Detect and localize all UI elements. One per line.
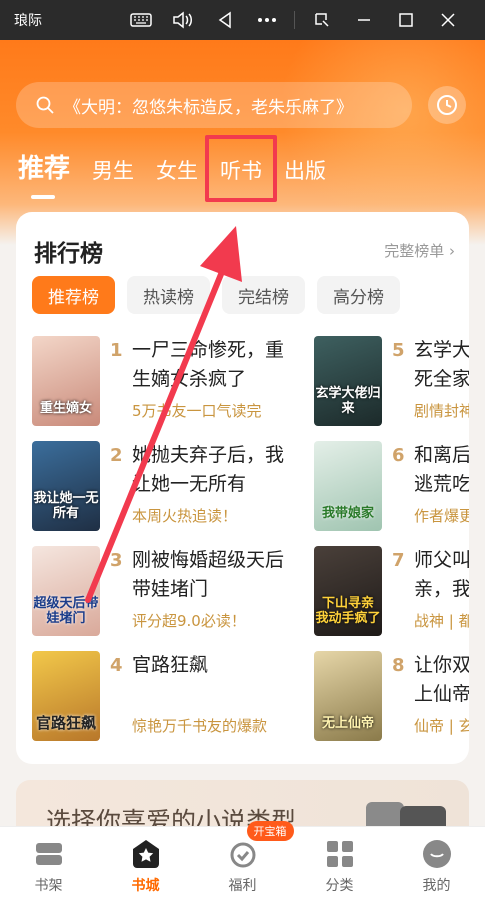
- gift-icon: [227, 839, 259, 869]
- history-button[interactable]: [428, 86, 466, 124]
- nav-label: 福利: [228, 878, 257, 894]
- book-item[interactable]: 超级天后带娃堵门 3 刚被悔婚超级天后带娃堵门 评分超9.0必读！: [32, 546, 284, 638]
- book-item[interactable]: 我让她一无所有 2 她抛夫弃子后，我让她一无所有 本周火热追读！: [32, 441, 284, 533]
- book-title: 师父叫我下山寻亲，我: [414, 549, 469, 600]
- bottom-nav: 书架 书城 开宝箱 福利 分类 我的: [0, 821, 485, 903]
- book-title: 玄学大佬回来了，死全家: [414, 339, 469, 390]
- book-title: 让你双修，你成无上仙帝: [414, 654, 469, 705]
- book-cover: 我让她一无所有: [32, 441, 100, 531]
- book-cover: 超级天后带娃堵门: [32, 546, 100, 636]
- ranking-title: 排行榜: [34, 241, 103, 267]
- more-icon[interactable]: [246, 0, 288, 40]
- keyboard-icon[interactable]: [120, 0, 162, 40]
- search-bar[interactable]: 《大明：忽悠朱标造反，老朱乐麻了》: [16, 82, 412, 128]
- avatar-icon: [421, 839, 453, 869]
- nav-label: 书架: [34, 878, 63, 894]
- book-cover: 我带娘家: [314, 441, 382, 531]
- book-rank: 4: [110, 655, 123, 676]
- book-item[interactable]: 官路狂飙 4 官路狂飙 惊艳万千书友的爆款: [32, 651, 272, 743]
- book-desc: 惊艳万千书友的爆款: [132, 717, 268, 735]
- filter-recommend[interactable]: 推荐榜: [32, 276, 115, 314]
- book-rank: 2: [110, 445, 123, 466]
- book-rank: 3: [110, 550, 123, 571]
- book-item[interactable]: 我带娘家 6 和离后，我带娘家逃荒吃香喝辣 作者爆更: [314, 441, 469, 533]
- emulator-title: 琅际: [14, 13, 42, 29]
- book-rank: 8: [392, 655, 405, 676]
- minimize-icon[interactable]: [343, 0, 385, 40]
- book-cover: 重生嫡女: [32, 336, 100, 426]
- screenshot-icon[interactable]: [301, 0, 343, 40]
- bookshelf-icon: [33, 839, 65, 869]
- clock-icon: [437, 95, 457, 115]
- book-desc: 作者爆更: [414, 507, 469, 525]
- grid-icon: [324, 839, 356, 869]
- toolbar-divider: [294, 11, 295, 29]
- search-placeholder: 《大明：忽悠朱标造反，老朱乐麻了》: [64, 97, 353, 118]
- nav-category[interactable]: 分类: [291, 827, 388, 903]
- emulator-toolbar: 琅际: [0, 0, 485, 40]
- tab-publish[interactable]: 出版: [284, 145, 326, 185]
- book-desc: 剧情封神: [414, 402, 469, 420]
- volume-icon[interactable]: [162, 0, 204, 40]
- tab-recommend[interactable]: 推荐: [18, 145, 70, 199]
- book-item[interactable]: 重生嫡女 1 一尸三命惨死，重生嫡女杀疯了 5万书友一口气读完: [32, 336, 284, 428]
- tab-female[interactable]: 女生: [156, 145, 198, 185]
- category-tabs: 推荐 男生 女生 听书 出版: [18, 145, 348, 199]
- nav-label: 分类: [325, 878, 354, 894]
- filter-high-score[interactable]: 高分榜: [317, 276, 400, 314]
- close-icon[interactable]: [427, 0, 469, 40]
- ranking-card: 排行榜 完整榜单 › 推荐榜 热读榜 完结榜 高分榜 重生嫡女 1 一尸三命惨死…: [16, 212, 469, 764]
- nav-label: 我的: [422, 878, 451, 894]
- book-item[interactable]: 玄学大佬归来 5 玄学大佬回来了，死全家 剧情封神: [314, 336, 469, 428]
- back-icon[interactable]: [204, 0, 246, 40]
- book-cover: 无上仙帝: [314, 651, 382, 741]
- filter-completed[interactable]: 完结榜: [222, 276, 305, 314]
- book-cover: 玄学大佬归来: [314, 336, 382, 426]
- book-desc: 战神 | 都市: [414, 612, 469, 630]
- search-icon: [36, 96, 54, 114]
- book-rank: 1: [110, 340, 123, 361]
- annotation-highlight-box: [205, 135, 277, 202]
- book-desc: 本周火热追读！: [132, 507, 238, 525]
- book-title: 一尸三命惨死，重生嫡女杀疯了: [132, 339, 285, 390]
- treasure-badge: 开宝箱: [246, 821, 294, 841]
- nav-bookshelf[interactable]: 书架: [0, 827, 97, 903]
- filter-hot[interactable]: 热读榜: [127, 276, 210, 314]
- book-rank: 7: [392, 550, 405, 571]
- book-cover: 官路狂飙: [32, 651, 100, 741]
- book-title: 和离后，我带娘家逃荒吃香喝辣: [414, 444, 469, 495]
- book-rank: 5: [392, 340, 405, 361]
- book-title: 刚被悔婚超级天后带娃堵门: [132, 549, 285, 600]
- nav-label: 书城: [131, 878, 160, 894]
- tab-male[interactable]: 男生: [92, 145, 134, 185]
- book-cover: 下山寻亲 我动手疯了: [314, 546, 382, 636]
- book-rank: 6: [392, 445, 405, 466]
- ranking-filters: 推荐榜 热读榜 完结榜 高分榜: [32, 276, 400, 314]
- book-title: 官路狂飙: [132, 654, 209, 676]
- nav-welfare[interactable]: 开宝箱 福利: [194, 821, 294, 903]
- star-icon: [130, 839, 162, 869]
- full-ranking-link[interactable]: 完整榜单 ›: [384, 240, 455, 261]
- book-title: 她抛夫弃子后，我让她一无所有: [132, 444, 285, 495]
- maximize-icon[interactable]: [385, 0, 427, 40]
- book-item[interactable]: 下山寻亲 我动手疯了 7 师父叫我下山寻亲，我 战神 | 都市: [314, 546, 469, 638]
- book-desc: 评分超9.0必读！: [132, 612, 246, 630]
- nav-profile[interactable]: 我的: [388, 827, 485, 903]
- book-desc: 5万书友一口气读完: [132, 402, 262, 420]
- book-item[interactable]: 无上仙帝 8 让你双修，你成无上仙帝 仙帝 | 玄幻: [314, 651, 469, 743]
- book-desc: 仙帝 | 玄幻: [414, 717, 469, 735]
- nav-bookstore[interactable]: 书城: [97, 827, 194, 903]
